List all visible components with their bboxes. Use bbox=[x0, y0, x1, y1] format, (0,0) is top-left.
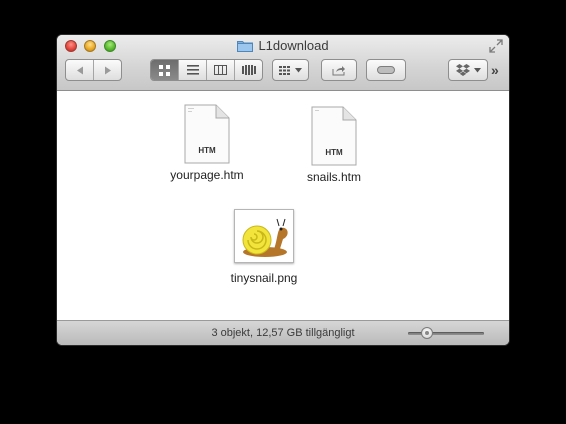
coverflow-view-icon[interactable] bbox=[234, 60, 262, 80]
dropbox-button[interactable] bbox=[448, 59, 488, 81]
finder-window: L1download » HTM yourpage.htm HTM snails… bbox=[57, 35, 509, 345]
list-view-icon[interactable] bbox=[178, 60, 206, 80]
arrange-grid-icon bbox=[279, 65, 290, 75]
file-item[interactable]: HTM yourpage.htm bbox=[157, 104, 257, 182]
htm-document-icon: HTM bbox=[184, 104, 230, 164]
status-bar: 3 objekt, 12,57 GB tillgängligt bbox=[57, 320, 509, 345]
label-button[interactable] bbox=[366, 59, 406, 81]
file-name: tinysnail.png bbox=[230, 271, 298, 285]
title-bar[interactable]: L1download » bbox=[57, 35, 509, 91]
column-view-icon[interactable] bbox=[206, 60, 234, 80]
window-title: L1download bbox=[57, 38, 509, 53]
dropbox-icon bbox=[455, 64, 470, 76]
icon-size-slider-thumb[interactable] bbox=[421, 327, 433, 339]
file-item[interactable]: HTM snails.htm bbox=[284, 106, 384, 184]
icon-view-icon[interactable] bbox=[151, 60, 178, 80]
chevron-down-icon bbox=[473, 67, 481, 72]
fullscreen-icon[interactable] bbox=[489, 39, 503, 53]
back-arrow-icon[interactable] bbox=[66, 60, 93, 80]
file-item[interactable]: tinysnail.png bbox=[214, 209, 314, 285]
label-icon bbox=[377, 66, 395, 74]
toolbar-overflow-icon[interactable]: » bbox=[491, 62, 499, 78]
file-type-label: HTM bbox=[198, 146, 216, 155]
file-type-label: HTM bbox=[325, 148, 343, 157]
view-mode-control bbox=[150, 59, 263, 81]
share-button[interactable] bbox=[321, 59, 357, 81]
share-icon bbox=[332, 65, 345, 75]
file-name: yourpage.htm bbox=[170, 168, 244, 182]
arrange-button[interactable] bbox=[272, 59, 309, 81]
forward-arrow-icon[interactable] bbox=[93, 60, 121, 80]
chevron-down-icon bbox=[295, 67, 302, 72]
file-name: snails.htm bbox=[306, 170, 362, 184]
back-forward-control bbox=[65, 59, 122, 81]
window-title-text: L1download bbox=[258, 38, 329, 53]
file-area[interactable]: HTM yourpage.htm HTM snails.htm tinysnai… bbox=[57, 91, 509, 320]
png-thumbnail bbox=[234, 209, 294, 263]
snail-image-icon bbox=[242, 218, 288, 257]
htm-document-icon: HTM bbox=[311, 106, 357, 166]
icon-size-slider[interactable] bbox=[408, 332, 484, 335]
folder-icon bbox=[237, 41, 254, 52]
